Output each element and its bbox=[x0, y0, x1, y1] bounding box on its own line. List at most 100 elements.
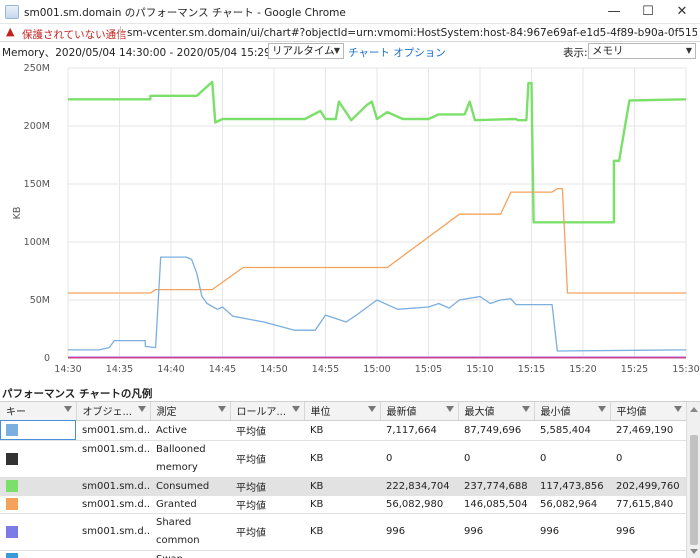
rollup-cell: 平均値 bbox=[230, 495, 304, 514]
filter-icon[interactable] bbox=[217, 406, 226, 412]
rollup-cell: 平均値 bbox=[230, 477, 304, 496]
unit-cell: KB bbox=[304, 513, 380, 551]
column-header-unit[interactable]: 単位 bbox=[304, 402, 381, 421]
scroll-down-icon[interactable] bbox=[690, 549, 698, 554]
window-title: sm001.sm.domain のパフォーマンス チャート - Google C… bbox=[24, 7, 346, 19]
max-cell: 237,774,688 bbox=[458, 477, 534, 496]
table-row[interactable]: sm001.sm.d... Granted 平均値 KB 56,082,980 … bbox=[0, 495, 686, 514]
chart-svg[interactable]: 0 50M 100M 150M 200M 250M 14:30 14:35 14:40 14:45… bbox=[0, 60, 700, 380]
max-cell: 87,749,696 bbox=[458, 420, 534, 441]
latest-cell: 222,834,704 bbox=[380, 477, 458, 496]
y-tick-label: 150M bbox=[24, 179, 50, 190]
object-cell: sm001.sm.d... bbox=[76, 513, 150, 551]
legend-scrollbar[interactable] bbox=[686, 402, 700, 558]
column-label: 平均値 bbox=[616, 407, 647, 419]
max-cell bbox=[458, 550, 534, 558]
period-select-value: リアルタイム bbox=[272, 45, 335, 57]
filter-icon[interactable] bbox=[291, 406, 300, 412]
max-cell: 0 bbox=[458, 440, 534, 478]
performance-chart[interactable]: 0 50M 100M 150M 200M 250M 14:30 14:35 14:40 14:45… bbox=[0, 60, 700, 380]
x-tick-label: 15:00 bbox=[363, 364, 390, 375]
column-label: 最小値 bbox=[540, 407, 571, 419]
color-swatch bbox=[6, 498, 18, 510]
chevron-down-icon: ▼ bbox=[333, 46, 340, 55]
unit-cell: KB bbox=[304, 440, 380, 478]
filter-icon[interactable] bbox=[521, 406, 530, 412]
warning-icon[interactable]: ▲ bbox=[6, 25, 14, 38]
x-tick-label: 14:55 bbox=[312, 364, 339, 375]
color-swatch bbox=[6, 424, 18, 436]
column-label: 測定 bbox=[156, 407, 177, 419]
address-bar[interactable]: ▲ 保護されていない通信 sm-vcenter.sm.domain/ui/cha… bbox=[0, 24, 700, 42]
column-header-min[interactable]: 最小値 bbox=[534, 402, 611, 421]
min-cell: 56,082,964 bbox=[534, 495, 610, 514]
legend-table: キー オブジェ... 測定 ロールア... 単位 最新値 最大値 最小値 平均値… bbox=[0, 401, 700, 558]
x-tick-label: 15:20 bbox=[569, 364, 596, 375]
window-title-bar: sm001.sm.domain のパフォーマンス チャート - Google C… bbox=[0, 0, 700, 24]
avg-cell: 202,499,760 bbox=[610, 477, 686, 496]
object-cell: sm001.sm.d... bbox=[76, 420, 150, 441]
filter-icon[interactable] bbox=[673, 406, 682, 412]
legend-title: パフォーマンス チャートの凡例 bbox=[2, 388, 153, 400]
table-row[interactable]: sm001.sm.d... Ballooned memory 平均値 KB 0 … bbox=[0, 440, 686, 478]
x-tick-label: 15:10 bbox=[466, 364, 493, 375]
rollup-cell: 平均値 bbox=[230, 420, 304, 441]
security-status[interactable]: 保護されていない通信 bbox=[22, 27, 127, 42]
x-tick-label: 14:35 bbox=[106, 364, 133, 375]
unit-cell: KB bbox=[304, 495, 380, 514]
x-tick-label: 14:45 bbox=[209, 364, 236, 375]
table-row[interactable]: sm001.sm.d... Consumed 平均値 KB 222,834,70… bbox=[0, 477, 686, 496]
min-cell: 0 bbox=[534, 440, 610, 478]
scrollbar-thumb[interactable] bbox=[690, 435, 698, 545]
column-label: 最大値 bbox=[464, 407, 495, 419]
period-select[interactable]: リアルタイム ▼ bbox=[268, 43, 344, 59]
min-cell: 117,473,856 bbox=[534, 477, 610, 496]
max-cell: 996 bbox=[458, 513, 534, 551]
chart-range-label: Memory、2020/05/04 14:30:00 - 2020/05/04 … bbox=[2, 47, 288, 59]
minimize-button[interactable]: — bbox=[597, 0, 631, 24]
filter-icon[interactable] bbox=[367, 406, 376, 412]
filter-icon[interactable] bbox=[137, 406, 146, 412]
table-row[interactable]: sm001.sm.d... Shared common 平均値 KB 996 9… bbox=[0, 513, 686, 551]
table-row[interactable]: sm001.sm.d... Active 平均値 KB 7,117,664 87… bbox=[0, 420, 686, 441]
key-cell[interactable] bbox=[0, 513, 76, 551]
column-header-measure[interactable]: 測定 bbox=[150, 402, 231, 421]
color-swatch bbox=[6, 452, 18, 465]
chart-toolbar: Memory、2020/05/04 14:30:00 - 2020/05/04 … bbox=[0, 42, 700, 60]
key-cell[interactable] bbox=[0, 477, 76, 496]
column-header-rollup[interactable]: ロールア... bbox=[230, 402, 305, 421]
column-header-key[interactable]: キー bbox=[0, 402, 77, 421]
measure-cell: Active bbox=[150, 420, 230, 441]
key-cell[interactable] bbox=[0, 440, 76, 478]
avg-cell: 77,615,840 bbox=[610, 495, 686, 514]
view-select[interactable]: メモリ ▼ bbox=[588, 43, 696, 59]
table-row[interactable]: Swap bbox=[0, 550, 686, 558]
min-cell bbox=[534, 550, 610, 558]
column-header-object[interactable]: オブジェ... bbox=[76, 402, 151, 421]
color-swatch bbox=[6, 525, 18, 538]
chart-options-link[interactable]: チャート オプション bbox=[348, 45, 446, 60]
x-tick-label: 14:50 bbox=[260, 364, 287, 375]
max-cell: 146,085,504 bbox=[458, 495, 534, 514]
column-label: 単位 bbox=[310, 407, 331, 419]
unit-cell bbox=[304, 550, 380, 558]
measure-cell: Ballooned memory bbox=[150, 440, 230, 478]
column-header-max[interactable]: 最大値 bbox=[458, 402, 535, 421]
measure-cell: Consumed bbox=[150, 477, 230, 496]
unit-cell: KB bbox=[304, 477, 380, 496]
scroll-up-icon[interactable] bbox=[690, 407, 698, 412]
chevron-down-icon: ▼ bbox=[685, 46, 692, 55]
url-text[interactable]: sm-vcenter.sm.domain/ui/chart#?objectId=… bbox=[127, 27, 697, 39]
key-cell[interactable] bbox=[0, 420, 76, 441]
maximize-button[interactable]: ☐ bbox=[631, 0, 665, 24]
avg-cell bbox=[610, 550, 686, 558]
avg-cell: 27,469,190 bbox=[610, 420, 686, 441]
close-button[interactable]: ✕ bbox=[665, 0, 699, 24]
key-cell[interactable] bbox=[0, 550, 76, 558]
column-header-avg[interactable]: 平均値 bbox=[610, 402, 687, 421]
filter-icon[interactable] bbox=[63, 406, 72, 412]
key-cell[interactable] bbox=[0, 495, 76, 514]
filter-icon[interactable] bbox=[597, 406, 606, 412]
filter-icon[interactable] bbox=[445, 406, 454, 412]
column-header-latest[interactable]: 最新値 bbox=[380, 402, 459, 421]
